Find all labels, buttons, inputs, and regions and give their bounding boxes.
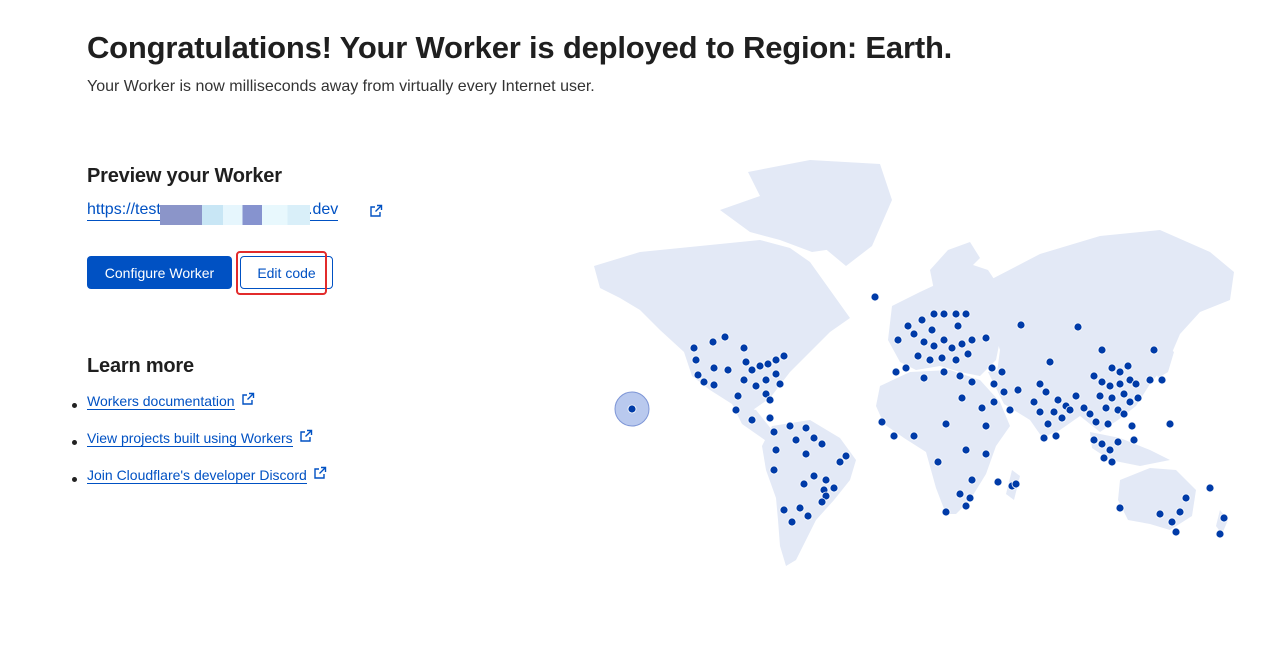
worker-url-prefix: https://test (87, 201, 161, 218)
africa-landmass (876, 370, 1010, 514)
list-item: Workers documentation (72, 392, 327, 430)
learn-more-heading: Learn more (87, 355, 194, 377)
workers-docs-link[interactable]: Workers documentation (87, 393, 235, 410)
external-link-icon[interactable] (299, 429, 313, 443)
page-title: Congratulations! Your Worker is deployed… (87, 30, 953, 65)
preview-heading: Preview your Worker (87, 165, 282, 187)
view-projects-link[interactable]: View projects built using Workers (87, 430, 293, 447)
edit-code-button[interactable]: Edit code (240, 256, 333, 289)
page-subtitle: Your Worker is now milliseconds away fro… (87, 78, 595, 95)
configure-worker-button[interactable]: Configure Worker (87, 256, 232, 289)
land-masses (594, 160, 1234, 566)
discord-link[interactable]: Join Cloudflare's developer Discord (87, 467, 307, 484)
url-redaction-mask (160, 205, 310, 225)
external-link-icon[interactable] (369, 204, 383, 218)
external-link-icon[interactable] (241, 392, 255, 406)
external-link-icon[interactable] (313, 466, 327, 480)
south-america-landmass (762, 420, 856, 566)
world-map (594, 160, 1234, 566)
list-item: Join Cloudflare's developer Discord (72, 466, 327, 504)
north-america-landmass (594, 240, 850, 412)
learn-more-list: Workers documentation View projects buil… (72, 392, 327, 504)
list-item: View projects built using Workers (72, 429, 327, 467)
